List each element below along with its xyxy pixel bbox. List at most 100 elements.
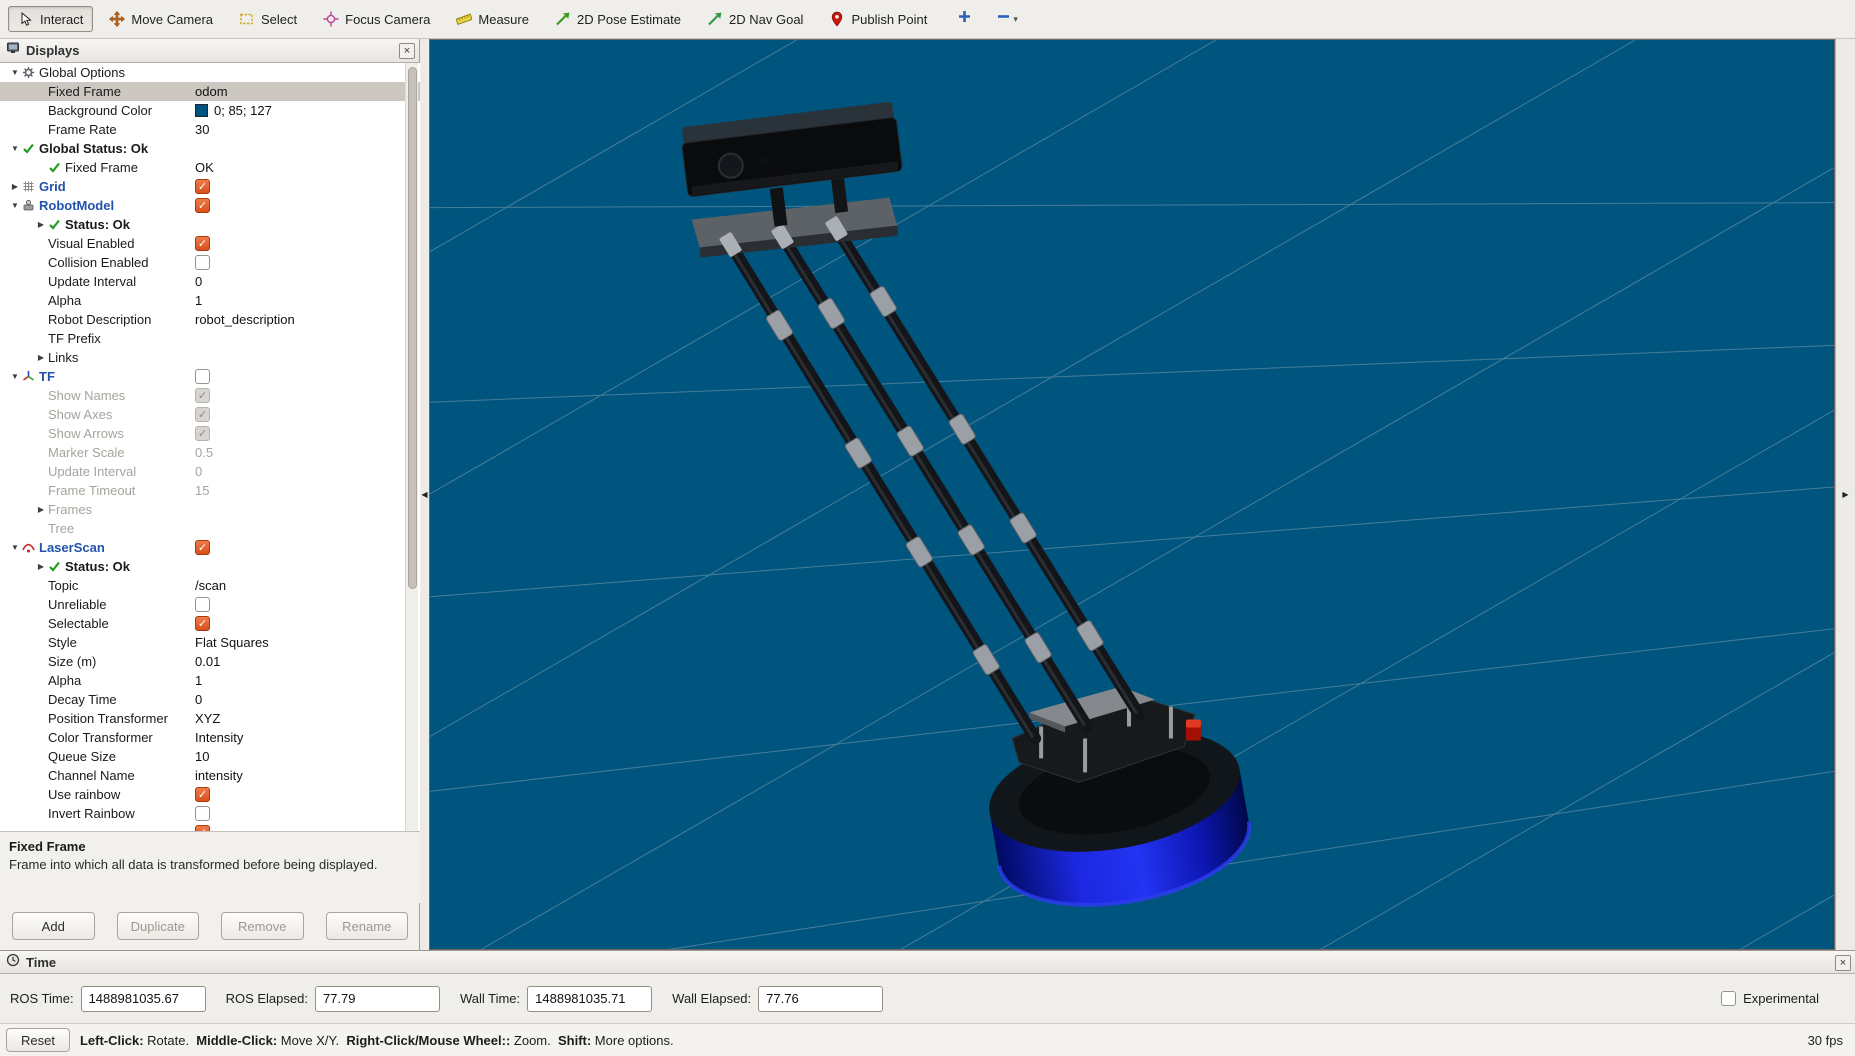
expander-closed-icon[interactable]: ▶ <box>8 182 22 191</box>
tree-row[interactable]: Channel Name intensity <box>0 766 420 785</box>
close-icon[interactable]: × <box>399 43 415 59</box>
property-value[interactable]: 30 <box>195 122 209 137</box>
tool-select[interactable]: Select <box>229 6 307 32</box>
ros-time-field[interactable]: 1488981035.67 <box>80 985 206 1012</box>
close-icon[interactable]: × <box>1835 955 1851 971</box>
expander-open-icon[interactable]: ▼ <box>8 201 22 210</box>
property-checkbox[interactable] <box>195 597 210 612</box>
property-value[interactable]: robot_description <box>195 312 295 327</box>
tool-move-camera[interactable]: Move Camera <box>99 6 223 32</box>
3d-viewport[interactable] <box>429 39 1835 950</box>
displays-panel-header[interactable]: Displays × <box>0 39 419 63</box>
property-checkbox[interactable] <box>195 806 210 821</box>
tree-row[interactable]: Invert Rainbow <box>0 804 420 823</box>
property-checkbox[interactable] <box>195 255 210 270</box>
wall-elapsed-field[interactable]: 77.76 <box>758 985 884 1012</box>
tree-row[interactable]: Show Names <box>0 386 420 405</box>
tree-row[interactable]: Decay Time 0 <box>0 690 420 709</box>
tree-row[interactable]: Alpha 1 <box>0 291 420 310</box>
property-value[interactable]: 0; 85; 127 <box>214 103 272 118</box>
tree-row[interactable]: Position Transformer XYZ <box>0 709 420 728</box>
property-checkbox[interactable] <box>195 407 210 422</box>
panel-collapse-right[interactable]: ▶ <box>1835 39 1855 950</box>
property-value[interactable]: intensity <box>195 768 243 783</box>
tree-row[interactable]: ▶ Links <box>0 348 420 367</box>
tool-measure[interactable]: Measure <box>446 6 539 32</box>
tree-row[interactable]: Frame Rate 30 <box>0 120 420 139</box>
tree-row[interactable]: ▼ LaserScan <box>0 538 420 557</box>
property-value[interactable]: /scan <box>195 578 226 593</box>
remove-tool-button[interactable]: ▾ <box>992 6 1022 32</box>
ros-elapsed-field[interactable]: 77.79 <box>314 985 440 1012</box>
tool-2d-nav-goal[interactable]: 2D Nav Goal <box>697 6 813 32</box>
tree-row[interactable]: Show Arrows <box>0 424 420 443</box>
tree-row[interactable]: Color Transformer Intensity <box>0 728 420 747</box>
tool-2d-pose-estimate[interactable]: 2D Pose Estimate <box>545 6 691 32</box>
tree-row[interactable]: Visual Enabled <box>0 234 420 253</box>
property-value[interactable]: 1 <box>195 293 202 308</box>
expander-closed-icon[interactable]: ▶ <box>34 220 48 229</box>
color-swatch[interactable] <box>195 104 208 117</box>
property-checkbox[interactable] <box>195 540 210 555</box>
tree-row[interactable]: Robot Description robot_description <box>0 310 420 329</box>
tree-row[interactable]: ▼ TF <box>0 367 420 386</box>
property-value[interactable]: 15 <box>195 483 209 498</box>
remove-button[interactable]: Remove <box>221 912 304 940</box>
expander-closed-icon[interactable]: ▶ <box>34 353 48 362</box>
property-value[interactable]: 0 <box>195 692 202 707</box>
property-checkbox[interactable] <box>195 426 210 441</box>
property-value[interactable]: Flat Squares <box>195 635 269 650</box>
time-panel-header[interactable]: Time × <box>0 950 1855 974</box>
tree-row[interactable]: ▶ Frames <box>0 500 420 519</box>
tree-row[interactable]: Show Axes <box>0 405 420 424</box>
expander-open-icon[interactable]: ▼ <box>8 144 22 153</box>
expander-closed-icon[interactable]: ▶ <box>34 505 48 514</box>
property-value[interactable]: 0 <box>195 464 202 479</box>
expander-open-icon[interactable]: ▼ <box>8 543 22 552</box>
add-button[interactable]: Add <box>12 912 95 940</box>
tree-scrollbar[interactable] <box>405 63 418 831</box>
property-checkbox[interactable] <box>195 787 210 802</box>
tool-publish-point[interactable]: Publish Point <box>819 6 937 32</box>
reset-button[interactable]: Reset <box>6 1028 70 1052</box>
property-checkbox[interactable] <box>195 236 210 251</box>
property-value[interactable]: OK <box>195 160 214 175</box>
tree-row[interactable]: ▶ Grid <box>0 177 420 196</box>
property-checkbox[interactable] <box>195 388 210 403</box>
rename-button[interactable]: Rename <box>325 912 408 940</box>
tool-interact[interactable]: Interact <box>8 6 94 32</box>
property-value[interactable]: 0 <box>195 274 202 289</box>
tree-row[interactable]: Fixed Frame OK <box>0 158 420 177</box>
tree-row[interactable]: Alpha 1 <box>0 671 420 690</box>
tree-row[interactable]: Update Interval 0 <box>0 462 420 481</box>
tree-row[interactable]: Update Interval 0 <box>0 272 420 291</box>
tool-focus-camera[interactable]: Focus Camera <box>313 6 440 32</box>
tree-row[interactable]: ▼ Global Status: Ok <box>0 139 420 158</box>
tree-row[interactable]: ▶ Status: Ok <box>0 557 420 576</box>
tree-row[interactable]: Use rainbow <box>0 785 420 804</box>
property-value[interactable]: 0.01 <box>195 654 220 669</box>
property-value[interactable]: 0.5 <box>195 445 213 460</box>
tree-row[interactable]: Selectable <box>0 614 420 633</box>
tree-row[interactable]: Fixed Frame odom <box>0 82 420 101</box>
tree-row[interactable]: ▼ Global Options <box>0 63 420 82</box>
expander-closed-icon[interactable]: ▶ <box>34 562 48 571</box>
tree-row[interactable]: Frame Timeout 15 <box>0 481 420 500</box>
tree-row[interactable]: Size (m) 0.01 <box>0 652 420 671</box>
tree-row[interactable]: Tree <box>0 519 420 538</box>
tree-row[interactable]: Collision Enabled <box>0 253 420 272</box>
duplicate-button[interactable]: Duplicate <box>116 912 199 940</box>
scrollbar-thumb[interactable] <box>408 67 417 589</box>
property-checkbox[interactable] <box>195 179 210 194</box>
property-checkbox[interactable] <box>195 198 210 213</box>
property-checkbox[interactable] <box>195 369 210 384</box>
tree-row[interactable]: Style Flat Squares <box>0 633 420 652</box>
tree-row[interactable]: Unreliable <box>0 595 420 614</box>
tree-row[interactable]: Marker Scale 0.5 <box>0 443 420 462</box>
expander-open-icon[interactable]: ▼ <box>8 372 22 381</box>
property-value[interactable]: XYZ <box>195 711 220 726</box>
property-value[interactable]: Intensity <box>195 730 243 745</box>
property-value[interactable]: odom <box>195 84 228 99</box>
tree-row[interactable]: ▶ Status: Ok <box>0 215 420 234</box>
tree-row[interactable]: Background Color 0; 85; 127 <box>0 101 420 120</box>
